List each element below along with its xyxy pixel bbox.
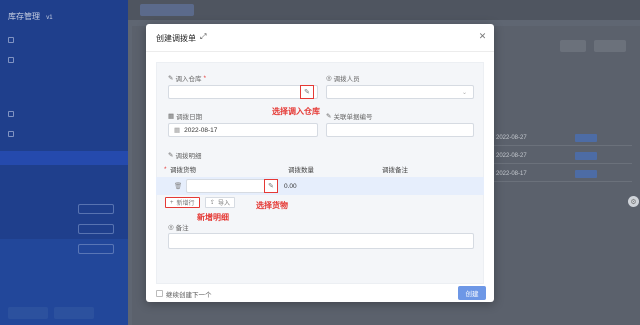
row-date: 2022-08-27 <box>496 134 527 141</box>
menu-icon <box>8 111 14 117</box>
bg-button[interactable] <box>560 40 586 52</box>
sidebar-item-4[interactable] <box>8 128 14 140</box>
remark-input[interactable] <box>168 233 474 249</box>
sidebar-item-active[interactable] <box>0 151 128 165</box>
required-mark: * <box>203 74 206 82</box>
continue-create-label: 继续创建下一个 <box>166 292 212 299</box>
in-warehouse-label-text: 调入仓库 <box>175 76 202 83</box>
sidebar-item-1[interactable] <box>8 34 14 46</box>
close-icon[interactable]: ✕ <box>478 32 487 41</box>
goods-input[interactable] <box>186 179 266 193</box>
warehouse-picker-button[interactable]: ✎ <box>300 85 314 99</box>
sidebar-pill[interactable] <box>78 224 114 234</box>
app-title-text: 库存管理 <box>8 12 40 21</box>
user-icon: ◎ <box>168 224 174 231</box>
row-date: 2022-08-27 <box>496 152 527 159</box>
col-remark: 调拨备注 <box>382 167 408 174</box>
modal-footer: 继续创建下一个 创建 <box>146 286 494 302</box>
sidebar-footer-button[interactable] <box>54 307 94 319</box>
table-row: 2022-08-27 <box>492 148 632 164</box>
date-input[interactable]: ▦ 2022-08-17 <box>168 123 318 137</box>
edit-icon: ✎ <box>168 152 174 159</box>
chevron-down-icon: ⌄ <box>461 89 467 96</box>
goods-picker-button[interactable]: ✎ <box>264 179 278 193</box>
row-action-chip[interactable] <box>574 151 597 160</box>
sidebar-pill[interactable] <box>78 244 114 254</box>
add-row-label: 新增行 <box>176 201 195 207</box>
background-table: 2022-08-27 2022-08-27 2022-08-17 <box>492 120 632 240</box>
remark-label-text: 备注 <box>175 225 189 232</box>
ref-no-label: ✎ 关联单据编号 <box>326 111 372 121</box>
date-value: 2022-08-17 <box>184 126 218 134</box>
calendar-icon: ▦ <box>168 113 175 120</box>
row-action-chip[interactable] <box>574 169 597 178</box>
top-bar <box>128 0 640 20</box>
import-label: 导入 <box>218 201 231 207</box>
modal-header: 创建调拨单 ⤢ ✕ <box>146 24 494 52</box>
col-goods: 调拨货物 <box>170 167 196 174</box>
expand-icon[interactable]: ⤢ <box>200 32 209 41</box>
table-row: 2022-08-27 <box>492 130 632 146</box>
create-button[interactable]: 创建 <box>458 286 486 300</box>
bg-button[interactable] <box>594 40 626 52</box>
sidebar-item-2[interactable] <box>8 54 14 66</box>
upload-icon: ⇪ <box>210 200 216 206</box>
in-warehouse-input[interactable] <box>168 85 318 99</box>
sidebar-footer-button[interactable] <box>8 307 48 319</box>
in-warehouse-label: ✎ 调入仓库 * <box>168 73 206 84</box>
sidebar-item-3[interactable] <box>8 108 14 120</box>
ref-no-input[interactable] <box>326 123 474 137</box>
gear-icon[interactable]: ⚙ <box>628 196 639 207</box>
edit-icon: ✎ <box>168 75 174 82</box>
menu-icon <box>8 57 14 63</box>
date-label-text: 调拨日期 <box>176 114 203 121</box>
tab-active[interactable] <box>140 4 194 16</box>
row-action-chip[interactable] <box>574 133 597 142</box>
required-mark: * <box>164 165 167 173</box>
continue-create-checkbox[interactable] <box>156 290 163 297</box>
calendar-icon: ▦ <box>174 127 181 134</box>
import-button[interactable]: ⇪ 导入 <box>205 197 236 208</box>
col-qty: 调拨数量 <box>288 167 314 174</box>
operator-label-text: 调拨人员 <box>333 76 360 83</box>
app-version: v1 <box>46 15 53 21</box>
annotation-select-goods: 选择货物 <box>256 201 288 210</box>
ref-no-label-text: 关联单据编号 <box>333 114 373 121</box>
remark-label: ◎ 备注 <box>168 222 189 232</box>
app-title: 库存管理 v1 <box>8 11 53 22</box>
details-label: ✎ 调拨明细 <box>168 150 201 160</box>
row-date: 2022-08-17 <box>496 170 527 177</box>
sidebar-pill[interactable] <box>78 204 114 214</box>
table-row: 2022-08-17 <box>492 166 632 182</box>
add-row-button[interactable]: + 新增行 <box>165 197 200 208</box>
menu-icon <box>8 37 14 43</box>
menu-icon <box>8 131 14 137</box>
user-icon: ◎ <box>326 75 332 82</box>
date-label: ▦ 调拨日期 <box>168 111 202 121</box>
details-table-header: * 调拨货物 调拨数量 调拨备注 <box>156 162 484 176</box>
trash-icon[interactable]: 🗑 <box>174 182 182 190</box>
sidebar: 库存管理 v1 <box>0 0 128 325</box>
annotation-select-warehouse: 选择调入仓库 <box>272 107 320 116</box>
details-label-text: 调拨明细 <box>175 153 202 160</box>
operator-label: ◎ 调拨人员 <box>326 73 360 83</box>
row-qty-value[interactable]: 0.00 <box>284 183 297 190</box>
edit-icon: ✎ <box>326 113 332 120</box>
annotation-add-details: 新增明细 <box>197 213 229 222</box>
plus-icon: + <box>170 199 174 206</box>
operator-select[interactable]: ⌄ <box>326 85 474 99</box>
modal-title: 创建调拨单 <box>156 34 196 43</box>
